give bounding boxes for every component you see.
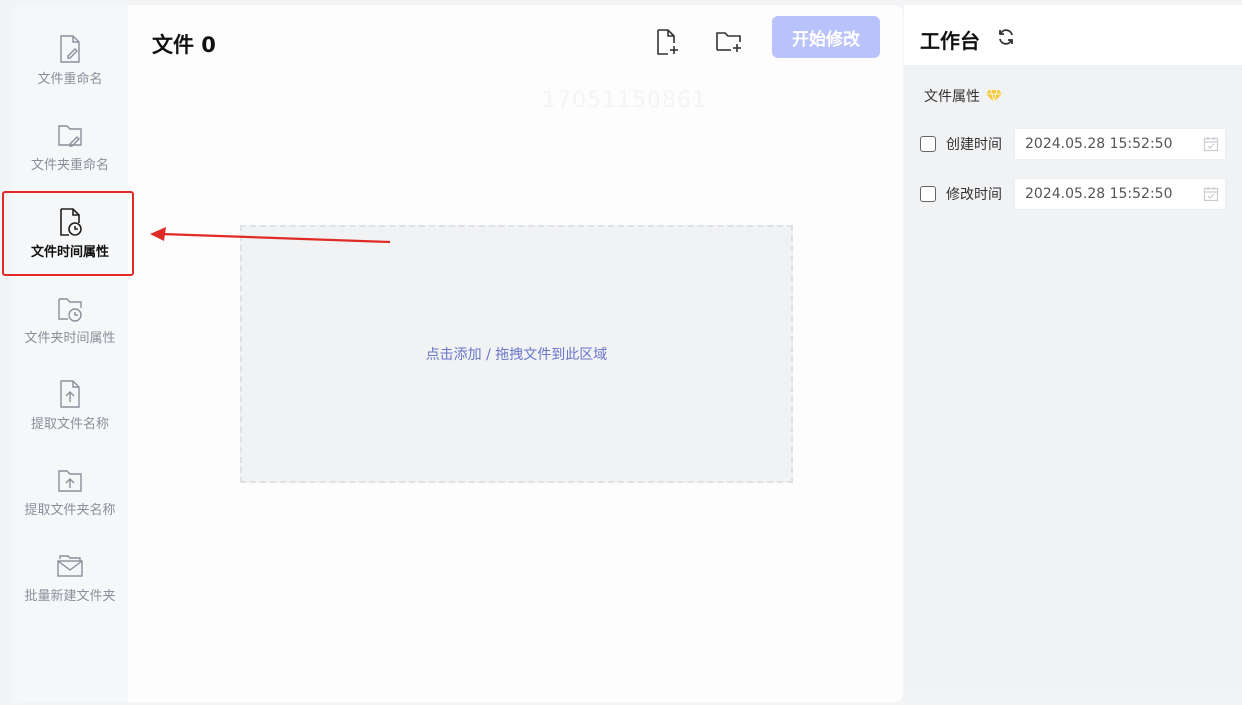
watermark: 17051150861 [542,88,707,113]
page-title: 文件 0 [152,33,216,57]
sidebar-item-label: 文件重命名 [37,71,103,87]
sidebar-item-extract-folder-name[interactable]: 提取文件夹名称 [12,448,128,534]
sidebar-item-label: 提取文件名称 [30,416,109,432]
sidebar-item-folder-rename[interactable]: 文件夹重命名 [12,103,128,189]
file-add-icon [657,29,678,55]
highlight-box [2,191,134,276]
folder-upload-icon [58,469,82,492]
file-dropzone[interactable]: 点击添加 / 拖拽文件到此区域 [240,225,793,483]
sidebar-item-label: 文件夹时间属性 [24,330,116,346]
sidebar-item-label: 文件夹重命名 [30,157,109,173]
sidebar-item-folder-time[interactable]: 文件夹时间属性 [12,276,128,362]
start-modify-button[interactable]: 开始修改 [772,16,880,58]
file-upload-icon [60,379,80,408]
created-time-row: 创建时间 [920,128,1226,160]
sidebar: 文件重命名 文件夹重命名 文件时间属性 文件夹时间属性 提取文件名称 提取文件夹… [12,5,128,702]
sidebar-item-label: 提取文件夹名称 [24,502,116,518]
calendar-icon[interactable] [1203,136,1219,152]
modified-time-row: 修改时间 [920,178,1226,210]
modified-time-checkbox[interactable] [920,186,936,202]
file-edit-icon [60,34,80,63]
workbench-header: 工作台 [904,5,1242,65]
folder-add-icon [716,32,741,52]
diamond-icon [986,89,1002,103]
created-time-input[interactable] [1014,128,1226,160]
file-attributes-label: 文件属性 [924,86,1002,106]
refresh-icon[interactable] [996,27,1016,47]
sidebar-item-batch-new-folder[interactable]: 批量新建文件夹 [12,534,128,620]
add-file-button[interactable] [652,27,682,57]
main-panel: 文件重命名 文件夹重命名 文件时间属性 文件夹时间属性 提取文件名称 提取文件夹… [12,5,903,702]
created-time-label: 创建时间 [946,137,1002,153]
modified-time-label: 修改时间 [946,187,1002,203]
folder-edit-icon [58,124,82,147]
add-folder-button[interactable] [714,27,744,57]
workbench-panel: 工作台 文件属性 创建时间 修改时间 [904,5,1242,688]
sidebar-item-extract-file-name[interactable]: 提取文件名称 [12,362,128,448]
workbench-title: 工作台 [920,29,980,53]
dropzone-text: 点击添加 / 拖拽文件到此区域 [425,347,608,363]
sidebar-item-file-rename[interactable]: 文件重命名 [12,17,128,103]
sidebar-item-label: 批量新建文件夹 [24,588,116,604]
folder-clock-icon [58,297,82,322]
attr-label-text: 文件属性 [924,89,980,105]
created-time-checkbox[interactable] [920,136,936,152]
calendar-icon[interactable] [1203,186,1219,202]
folder-mail-icon [57,554,83,577]
modified-time-input[interactable] [1014,178,1226,210]
